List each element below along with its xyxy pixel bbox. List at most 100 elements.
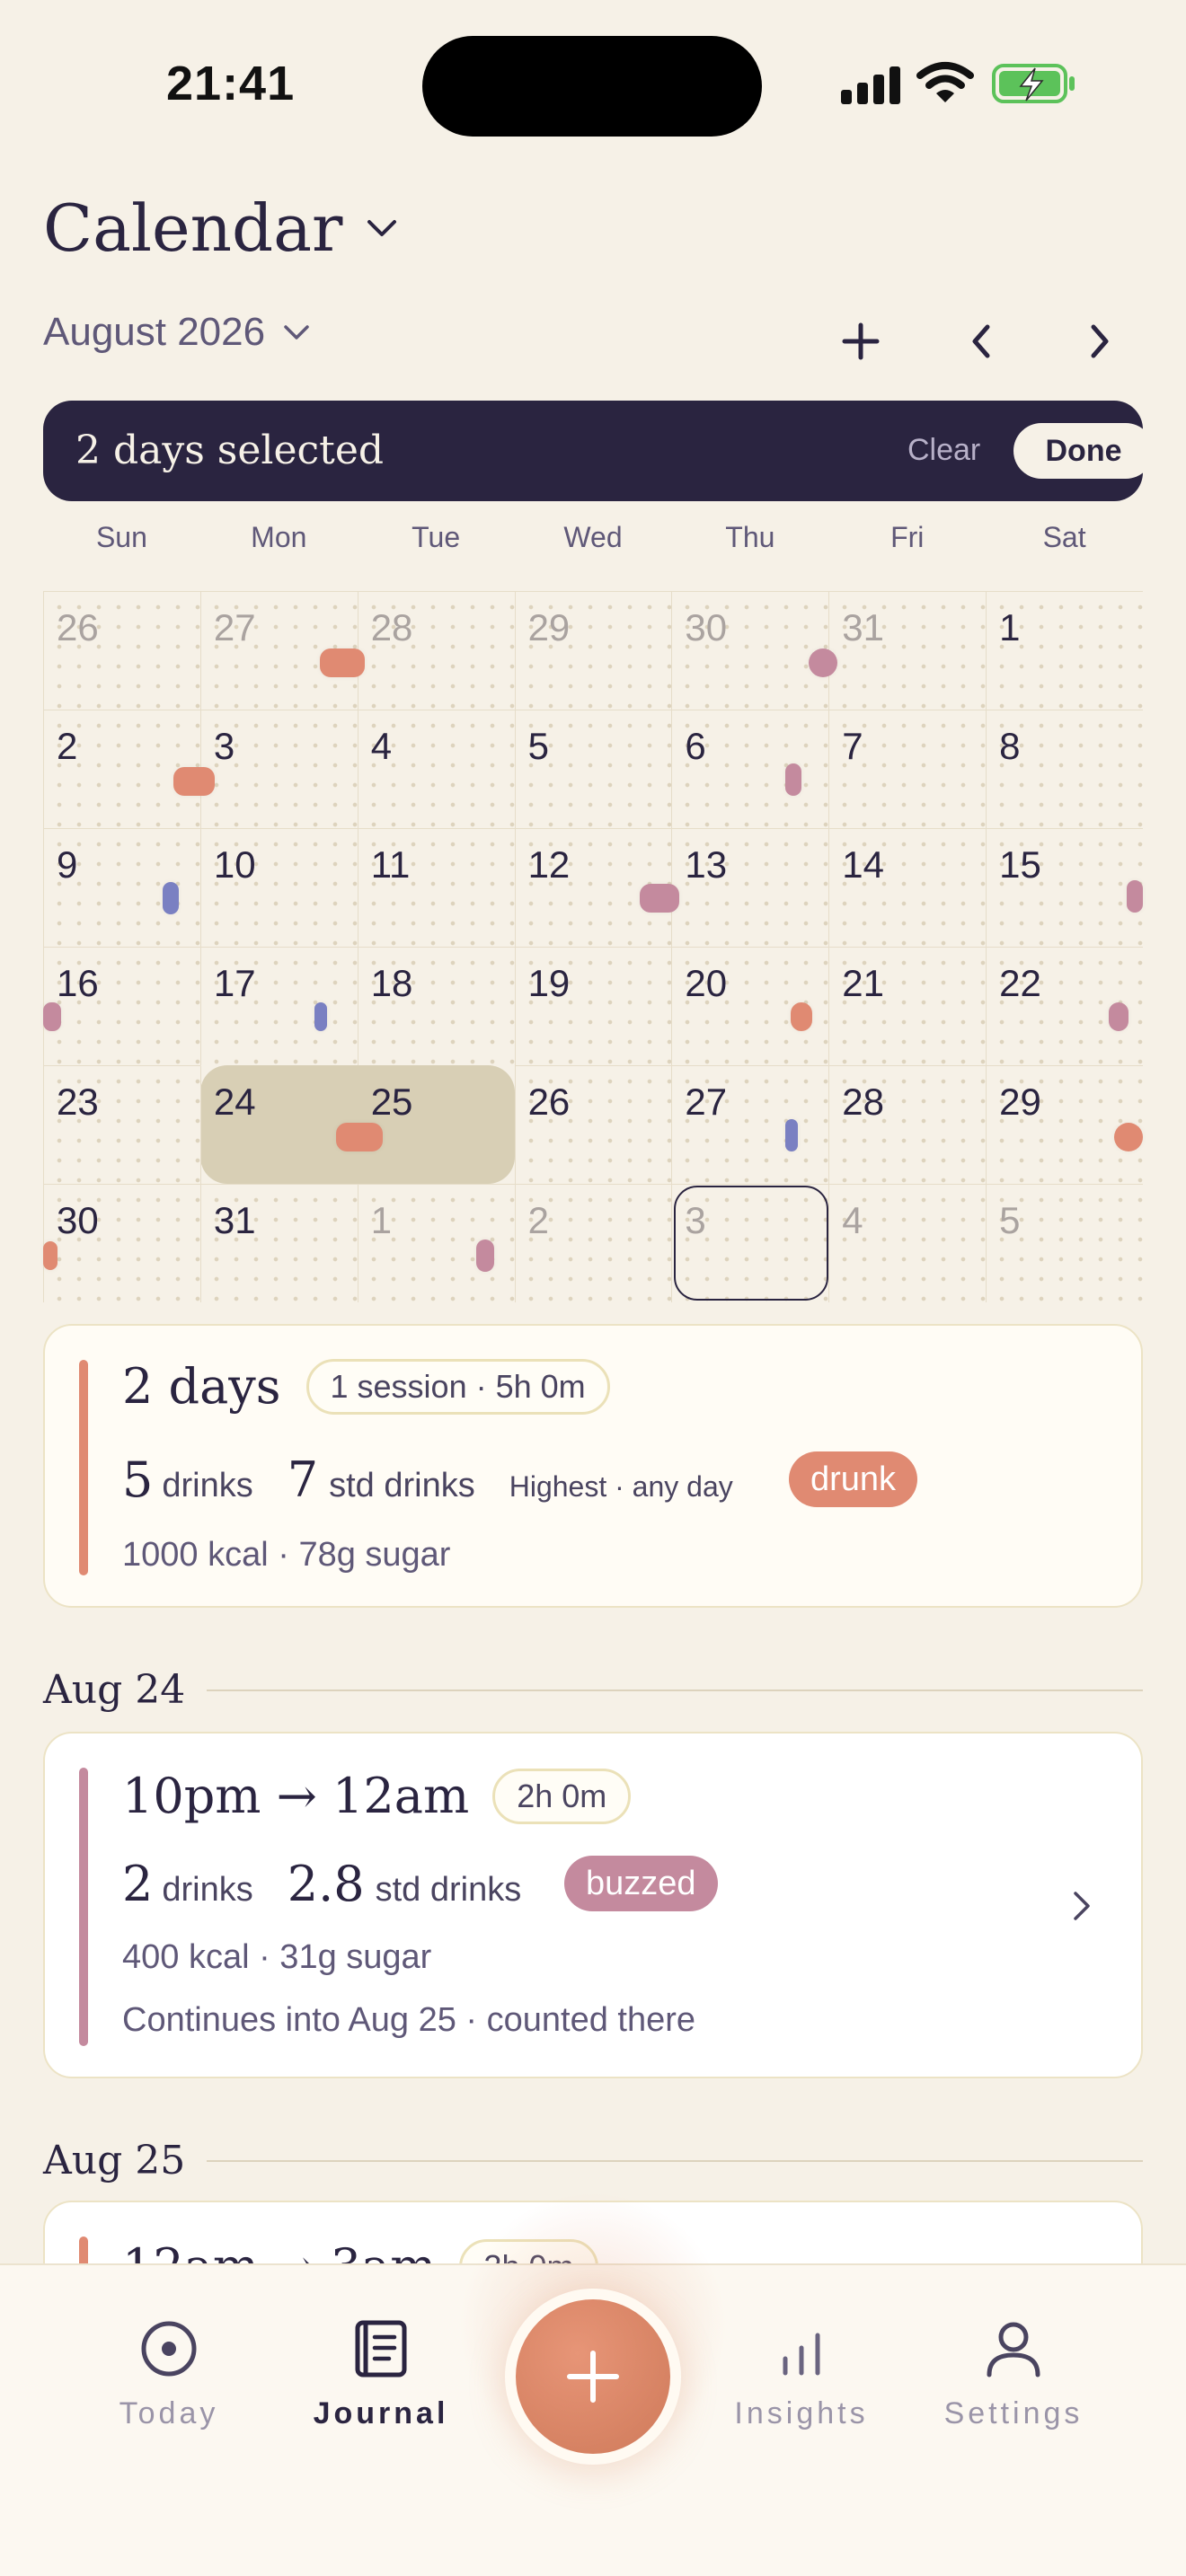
month-dropdown[interactable]: August 2026 [43, 310, 312, 355]
plus-icon [567, 2351, 619, 2403]
day-number: 14 [842, 843, 884, 886]
section-date: Aug 25 [43, 2138, 186, 2183]
session-std-unit: std drinks [375, 1871, 522, 1909]
day-cell[interactable]: 16 [43, 947, 200, 1065]
day-cell[interactable]: 17 [199, 947, 358, 1065]
day-cell[interactable]: 13 [671, 828, 829, 947]
weekday-label: Wed [563, 521, 623, 553]
weekday-label: Tue [412, 521, 461, 553]
day-cell[interactable]: 1 [986, 591, 1143, 710]
wifi-icon [916, 62, 974, 102]
day-cell[interactable]: 8 [986, 710, 1143, 828]
day-cell[interactable]: 3 [199, 710, 358, 828]
session-marker [320, 648, 365, 677]
summary-drinks-number: 5 [122, 1451, 154, 1508]
day-cell[interactable]: 30 [671, 591, 829, 710]
done-button[interactable]: Done [1013, 423, 1154, 479]
tab-insights[interactable]: Insights [712, 2319, 891, 2431]
session-marker [163, 882, 179, 914]
tab-settings[interactable]: Settings [924, 2319, 1103, 2431]
day-cell[interactable]: 30 [43, 1184, 200, 1302]
day-number: 28 [370, 606, 413, 648]
journal-icon [355, 2320, 407, 2378]
selection-bar: 2 days selected Clear Done [43, 401, 1154, 501]
day-cell[interactable]: 15 [986, 828, 1143, 947]
session-marker [809, 648, 837, 677]
session-marker [1127, 880, 1143, 913]
day-cell[interactable]: 26 [514, 1065, 672, 1184]
add-session-button[interactable] [505, 2289, 681, 2465]
calendar-grid: 26 27 28 29 30 31 1 2 3 4 5 6 7 8 9 10 1… [43, 591, 1143, 1302]
session-marker [1109, 1002, 1128, 1031]
day-number: 11 [370, 843, 411, 886]
day-cell-selected[interactable]: 25 [358, 1065, 515, 1184]
day-cell[interactable]: 4 [357, 710, 515, 828]
day-cell[interactable]: 23 [43, 1065, 200, 1184]
selection-count: 2 days selected [75, 428, 385, 473]
weekday-label: Sat [1042, 521, 1086, 553]
day-cell[interactable]: 18 [357, 947, 515, 1065]
day-cell[interactable]: 14 [828, 828, 987, 947]
previous-month-button[interactable] [945, 310, 1017, 373]
day-cell[interactable]: 21 [828, 947, 987, 1065]
day-number: 19 [527, 962, 571, 1004]
clear-button[interactable]: Clear [907, 433, 980, 468]
selection-summary-card: 2 days 1 session · 5h 0m 5 drinks 7 std … [43, 1324, 1143, 1608]
day-number: 24 [213, 1081, 256, 1123]
session-nutrition: 400 kcal · 31g sugar [122, 1938, 432, 1976]
day-cell[interactable]: 10 [199, 828, 358, 947]
day-number: 16 [57, 962, 99, 1004]
day-number: 1 [999, 606, 1021, 648]
day-cell[interactable]: 19 [514, 947, 672, 1065]
weekday-label: Sun [95, 521, 147, 553]
user-icon [987, 2322, 1040, 2378]
chevron-right-icon [1091, 324, 1109, 358]
day-number: 18 [370, 962, 413, 1004]
day-number: 5 [999, 1199, 1021, 1241]
day-number: 4 [842, 1199, 863, 1241]
divider [207, 2159, 1143, 2162]
next-month-button[interactable] [1064, 310, 1136, 373]
day-number: 8 [999, 725, 1021, 767]
level-badge: drunk [789, 1451, 918, 1507]
session-marker [785, 763, 801, 796]
session-marker [476, 1239, 494, 1272]
summary-days: 2 days [122, 1358, 281, 1415]
day-cell[interactable]: 6 [671, 710, 829, 828]
day-cell[interactable]: 4 [828, 1184, 987, 1302]
summary-nutrition: 1000 kcal · 78g sugar [122, 1536, 451, 1574]
calendar-title-dropdown[interactable]: Calendar [43, 190, 400, 266]
month-label: August 2026 [43, 310, 266, 354]
weekday-label: Fri [890, 521, 925, 553]
day-number: 29 [527, 606, 571, 648]
chevron-right-icon [1074, 1892, 1090, 1920]
day-cell[interactable]: 7 [828, 710, 987, 828]
day-cell[interactable]: 29 [514, 591, 672, 710]
day-cell-selected[interactable]: 24 [199, 1065, 358, 1184]
day-section-header: Aug 25 [43, 2138, 1143, 2183]
day-cell[interactable]: 28 [828, 1065, 987, 1184]
accent-bar [79, 1768, 88, 2046]
session-card[interactable]: 10pm → 12am 2h 0m 2 drinks 2.8 std drink… [43, 1732, 1143, 2078]
session-marker [1114, 1123, 1143, 1151]
add-button[interactable] [825, 310, 897, 373]
today-indicator [674, 1186, 828, 1301]
target-icon [141, 2321, 197, 2377]
tab-journal[interactable]: Journal [291, 2319, 471, 2431]
day-cell[interactable]: 5 [514, 710, 672, 828]
day-number: 5 [527, 725, 549, 767]
day-cell[interactable]: 11 [357, 828, 515, 947]
day-number: 25 [370, 1081, 413, 1123]
day-cell[interactable]: 27 [671, 1065, 829, 1184]
session-marker [791, 1002, 812, 1031]
day-cell[interactable]: 28 [357, 591, 515, 710]
day-cell[interactable]: 31 [199, 1184, 358, 1302]
day-number: 15 [999, 843, 1041, 886]
tab-today[interactable]: Today [79, 2319, 259, 2431]
day-cell[interactable]: 26 [43, 591, 200, 710]
day-cell[interactable]: 31 [828, 591, 987, 710]
day-number: 27 [685, 1081, 728, 1123]
day-cell[interactable]: 2 [514, 1184, 672, 1302]
section-date: Aug 24 [43, 1667, 186, 1713]
day-cell[interactable]: 5 [986, 1184, 1143, 1302]
